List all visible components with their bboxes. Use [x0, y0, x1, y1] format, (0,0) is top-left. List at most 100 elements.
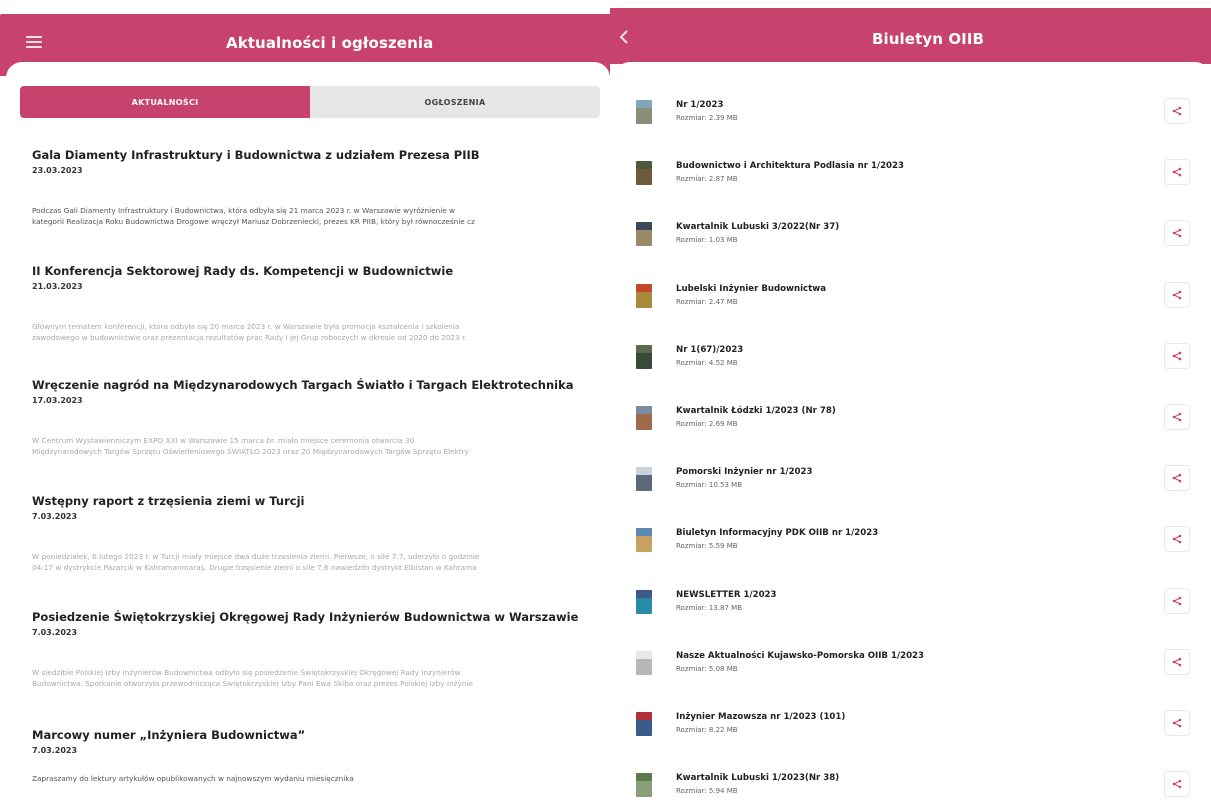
- share-button[interactable]: [1164, 98, 1190, 124]
- share-button[interactable]: [1164, 342, 1190, 369]
- news-title: Gala Diamenty Infrastruktury i Budownict…: [32, 148, 480, 162]
- news-title: II Konferencja Sektorowej Rady ds. Kompe…: [32, 264, 454, 278]
- tab-ogloszenia[interactable]: OGŁOSZENIA: [310, 86, 600, 118]
- bulletin-app-bar: Biuletyn OIIB: [610, 8, 1211, 64]
- publication-size: Rozmiar: 10.53 MB: [676, 481, 743, 490]
- publication-cover-thumbnail: [636, 222, 652, 247]
- share-button[interactable]: [1164, 526, 1190, 553]
- publication-size: Rozmiar: 2.47 MB: [676, 297, 738, 306]
- share-icon: [1172, 351, 1182, 361]
- news-excerpt-line: Głównym tematem konferencji, która odbył…: [32, 322, 460, 331]
- share-icon: [1172, 290, 1182, 299]
- share-button[interactable]: [1164, 587, 1190, 614]
- publication-size: Rozmiar: 5.59 MB: [676, 542, 738, 551]
- tab-aktualnosci[interactable]: AKTUALNOŚCI: [20, 86, 310, 118]
- publication-row[interactable]: Biuletyn Informacyjny PDK OIIB nr 1/2023…: [636, 526, 1196, 568]
- publication-name: Budownictwo i Architektura Podlasia nr 1…: [676, 161, 904, 172]
- publication-name: Inżynier Mazowsza nr 1/2023 (101): [676, 712, 846, 722]
- news-excerpt-line: zawodowego w budownictwie oraz prezentac…: [32, 333, 467, 342]
- publication-row[interactable]: Nr 1/2023 Rozmiar: 2.39 MB: [636, 98, 1196, 140]
- news-excerpt: Podczas Gali Diamenty Infrastruktury i B…: [32, 205, 588, 227]
- news-date: 7.03.2023: [32, 512, 78, 521]
- publication-cover-thumbnail: [636, 406, 652, 430]
- publication-cover-thumbnail: [636, 773, 652, 798]
- publication-row[interactable]: Kwartalnik Lubuski 1/2023(Nr 38) Rozmiar:…: [636, 771, 1196, 810]
- publication-cover-thumbnail: [636, 650, 652, 675]
- page-title: Biuletyn OIIB: [872, 30, 985, 48]
- publication-row[interactable]: Kwartalnik Łódzki 1/2023 (Nr 78) Rozmiar:…: [636, 404, 1196, 446]
- publication-cover-thumbnail: [636, 467, 652, 492]
- chevron-left-icon[interactable]: [618, 30, 634, 46]
- publication-size: Rozmiar: 4.52 MB: [676, 358, 738, 367]
- news-item[interactable]: Wręczenie nagród na Międzynarodowych Tar…: [32, 378, 592, 457]
- publication-cover-thumbnail: [636, 283, 652, 308]
- news-excerpt-line: Podczas Gali Diamenty Infrastruktury i B…: [32, 206, 456, 215]
- share-icon: [1172, 229, 1182, 238]
- publication-size: Rozmiar: 8.22 MB: [676, 726, 738, 734]
- share-button[interactable]: [1164, 281, 1190, 308]
- publication-size: Rozmiar: 13.87 MB: [676, 603, 743, 612]
- share-button[interactable]: [1164, 710, 1190, 736]
- publication-size: Rozmiar: 2.87 MB: [676, 175, 738, 184]
- publication-name: Nr 1(67)/2023: [676, 344, 744, 355]
- share-button[interactable]: [1164, 159, 1190, 186]
- share-icon: [1172, 535, 1182, 544]
- share-button[interactable]: [1164, 465, 1190, 492]
- publication-name: Nr 1/2023: [676, 100, 724, 110]
- share-icon: [1172, 473, 1182, 483]
- publication-size: Rozmiar: 2.39 MB: [676, 114, 738, 122]
- news-excerpt: W poniedziałek, 6 lutego 2023 r. w Turcj…: [32, 551, 588, 573]
- page-title: Aktualności i ogłoszenia: [226, 34, 434, 52]
- news-title: Marcowy numer „Inżyniera Budownictwa”: [32, 728, 306, 742]
- news-item[interactable]: Wstępny raport z trzęsienia ziemi w Turc…: [32, 494, 592, 573]
- news-date: 21.03.2023: [32, 282, 83, 291]
- news-excerpt: Głównym tematem konferencji, która odbył…: [32, 321, 588, 343]
- news-item[interactable]: Gala Diamenty Infrastruktury i Budownict…: [32, 148, 592, 227]
- publication-row[interactable]: Pomorski Inżynier nr 1/2023 Rozmiar: 10.5…: [636, 465, 1196, 507]
- share-button[interactable]: [1164, 771, 1190, 798]
- news-excerpt-line: W siedzibie Polskiej Izby Inżynierów Bud…: [32, 668, 461, 677]
- news-title: Wstępny raport z trzęsienia ziemi w Turc…: [32, 494, 305, 508]
- publication-name: Kwartalnik Lubuski 3/2022(Nr 37): [676, 222, 840, 233]
- news-date: 7.03.2023: [32, 746, 78, 755]
- share-button[interactable]: [1164, 648, 1190, 675]
- share-button[interactable]: [1164, 404, 1190, 430]
- bulletin-screen: Biuletyn OIIB Nr 1/2023 Rozmiar: 2.39 MB B…: [610, 0, 1211, 810]
- share-button[interactable]: [1164, 220, 1190, 247]
- publication-row[interactable]: NEWSLETTER 1/2023 Rozmiar: 13.87 MB: [636, 587, 1196, 630]
- publication-name: Biuletyn Informacyjny PDK OIIB nr 1/2023: [676, 528, 879, 539]
- publication-row[interactable]: Nasze Aktualności Kujawsko-Pomorska OIIB…: [636, 648, 1196, 691]
- publication-name: Kwartalnik Łódzki 1/2023 (Nr 78): [676, 406, 836, 416]
- publication-name: Nasze Aktualności Kujawsko-Pomorska OIIB…: [676, 650, 925, 661]
- publication-size: Rozmiar: 1.03 MB: [676, 236, 738, 245]
- publication-name: Kwartalnik Lubuski 1/2023(Nr 38): [676, 773, 840, 784]
- publication-size: Rozmiar: 2.69 MB: [676, 420, 738, 428]
- news-excerpt: Zapraszamy do lektury artykułów opubliko…: [32, 773, 588, 784]
- publication-row[interactable]: Kwartalnik Lubuski 3/2022(Nr 37) Rozmiar:…: [636, 220, 1196, 262]
- news-tabs: AKTUALNOŚCI OGŁOSZENIA: [20, 86, 600, 118]
- share-icon: [1172, 718, 1182, 728]
- publication-cover-thumbnail: [636, 161, 652, 186]
- share-icon: [1172, 657, 1182, 667]
- news-excerpt-line: Zapraszamy do lektury artykułów opubliko…: [32, 774, 354, 783]
- publication-row[interactable]: Budownictwo i Architektura Podlasia nr 1…: [636, 159, 1196, 201]
- publication-row[interactable]: Nr 1(67)/2023 Rozmiar: 4.52 MB: [636, 342, 1196, 385]
- news-item[interactable]: Posiedzenie Świętokrzyskiej Okręgowej Ra…: [32, 610, 592, 689]
- publication-size: Rozmiar: 5.08 MB: [676, 664, 738, 673]
- share-icon: [1172, 167, 1182, 177]
- publication-name: Pomorski Inżynier nr 1/2023: [676, 467, 813, 478]
- app-root: Aktualności i ogłoszenia AKTUALNOŚCI OGŁ…: [0, 0, 1211, 810]
- news-item[interactable]: II Konferencja Sektorowej Rady ds. Kompe…: [32, 264, 592, 343]
- news-screen: Aktualności i ogłoszenia AKTUALNOŚCI OGŁ…: [0, 0, 610, 810]
- share-icon: [1172, 412, 1182, 422]
- news-excerpt: W siedzibie Polskiej Izby Inżynierów Bud…: [32, 667, 588, 689]
- hamburger-menu-icon[interactable]: [26, 36, 42, 48]
- news-excerpt-line: kategorii Realizacja Roku Budownictwa Dr…: [32, 217, 475, 226]
- news-date: 7.03.2023: [32, 628, 78, 637]
- publication-row[interactable]: Inżynier Mazowsza nr 1/2023 (101) Rozmiar…: [636, 710, 1196, 752]
- publication-name: NEWSLETTER 1/2023: [676, 589, 777, 600]
- news-item[interactable]: Marcowy numer „Inżyniera Budownictwa” 7.…: [32, 728, 592, 784]
- share-icon: [1172, 779, 1182, 789]
- news-excerpt: W Centrum Wystawienniczym EXPO XXI w War…: [32, 435, 588, 457]
- publication-row[interactable]: Lubelski Inżynier Budownictwa Rozmiar: 2.…: [636, 281, 1196, 324]
